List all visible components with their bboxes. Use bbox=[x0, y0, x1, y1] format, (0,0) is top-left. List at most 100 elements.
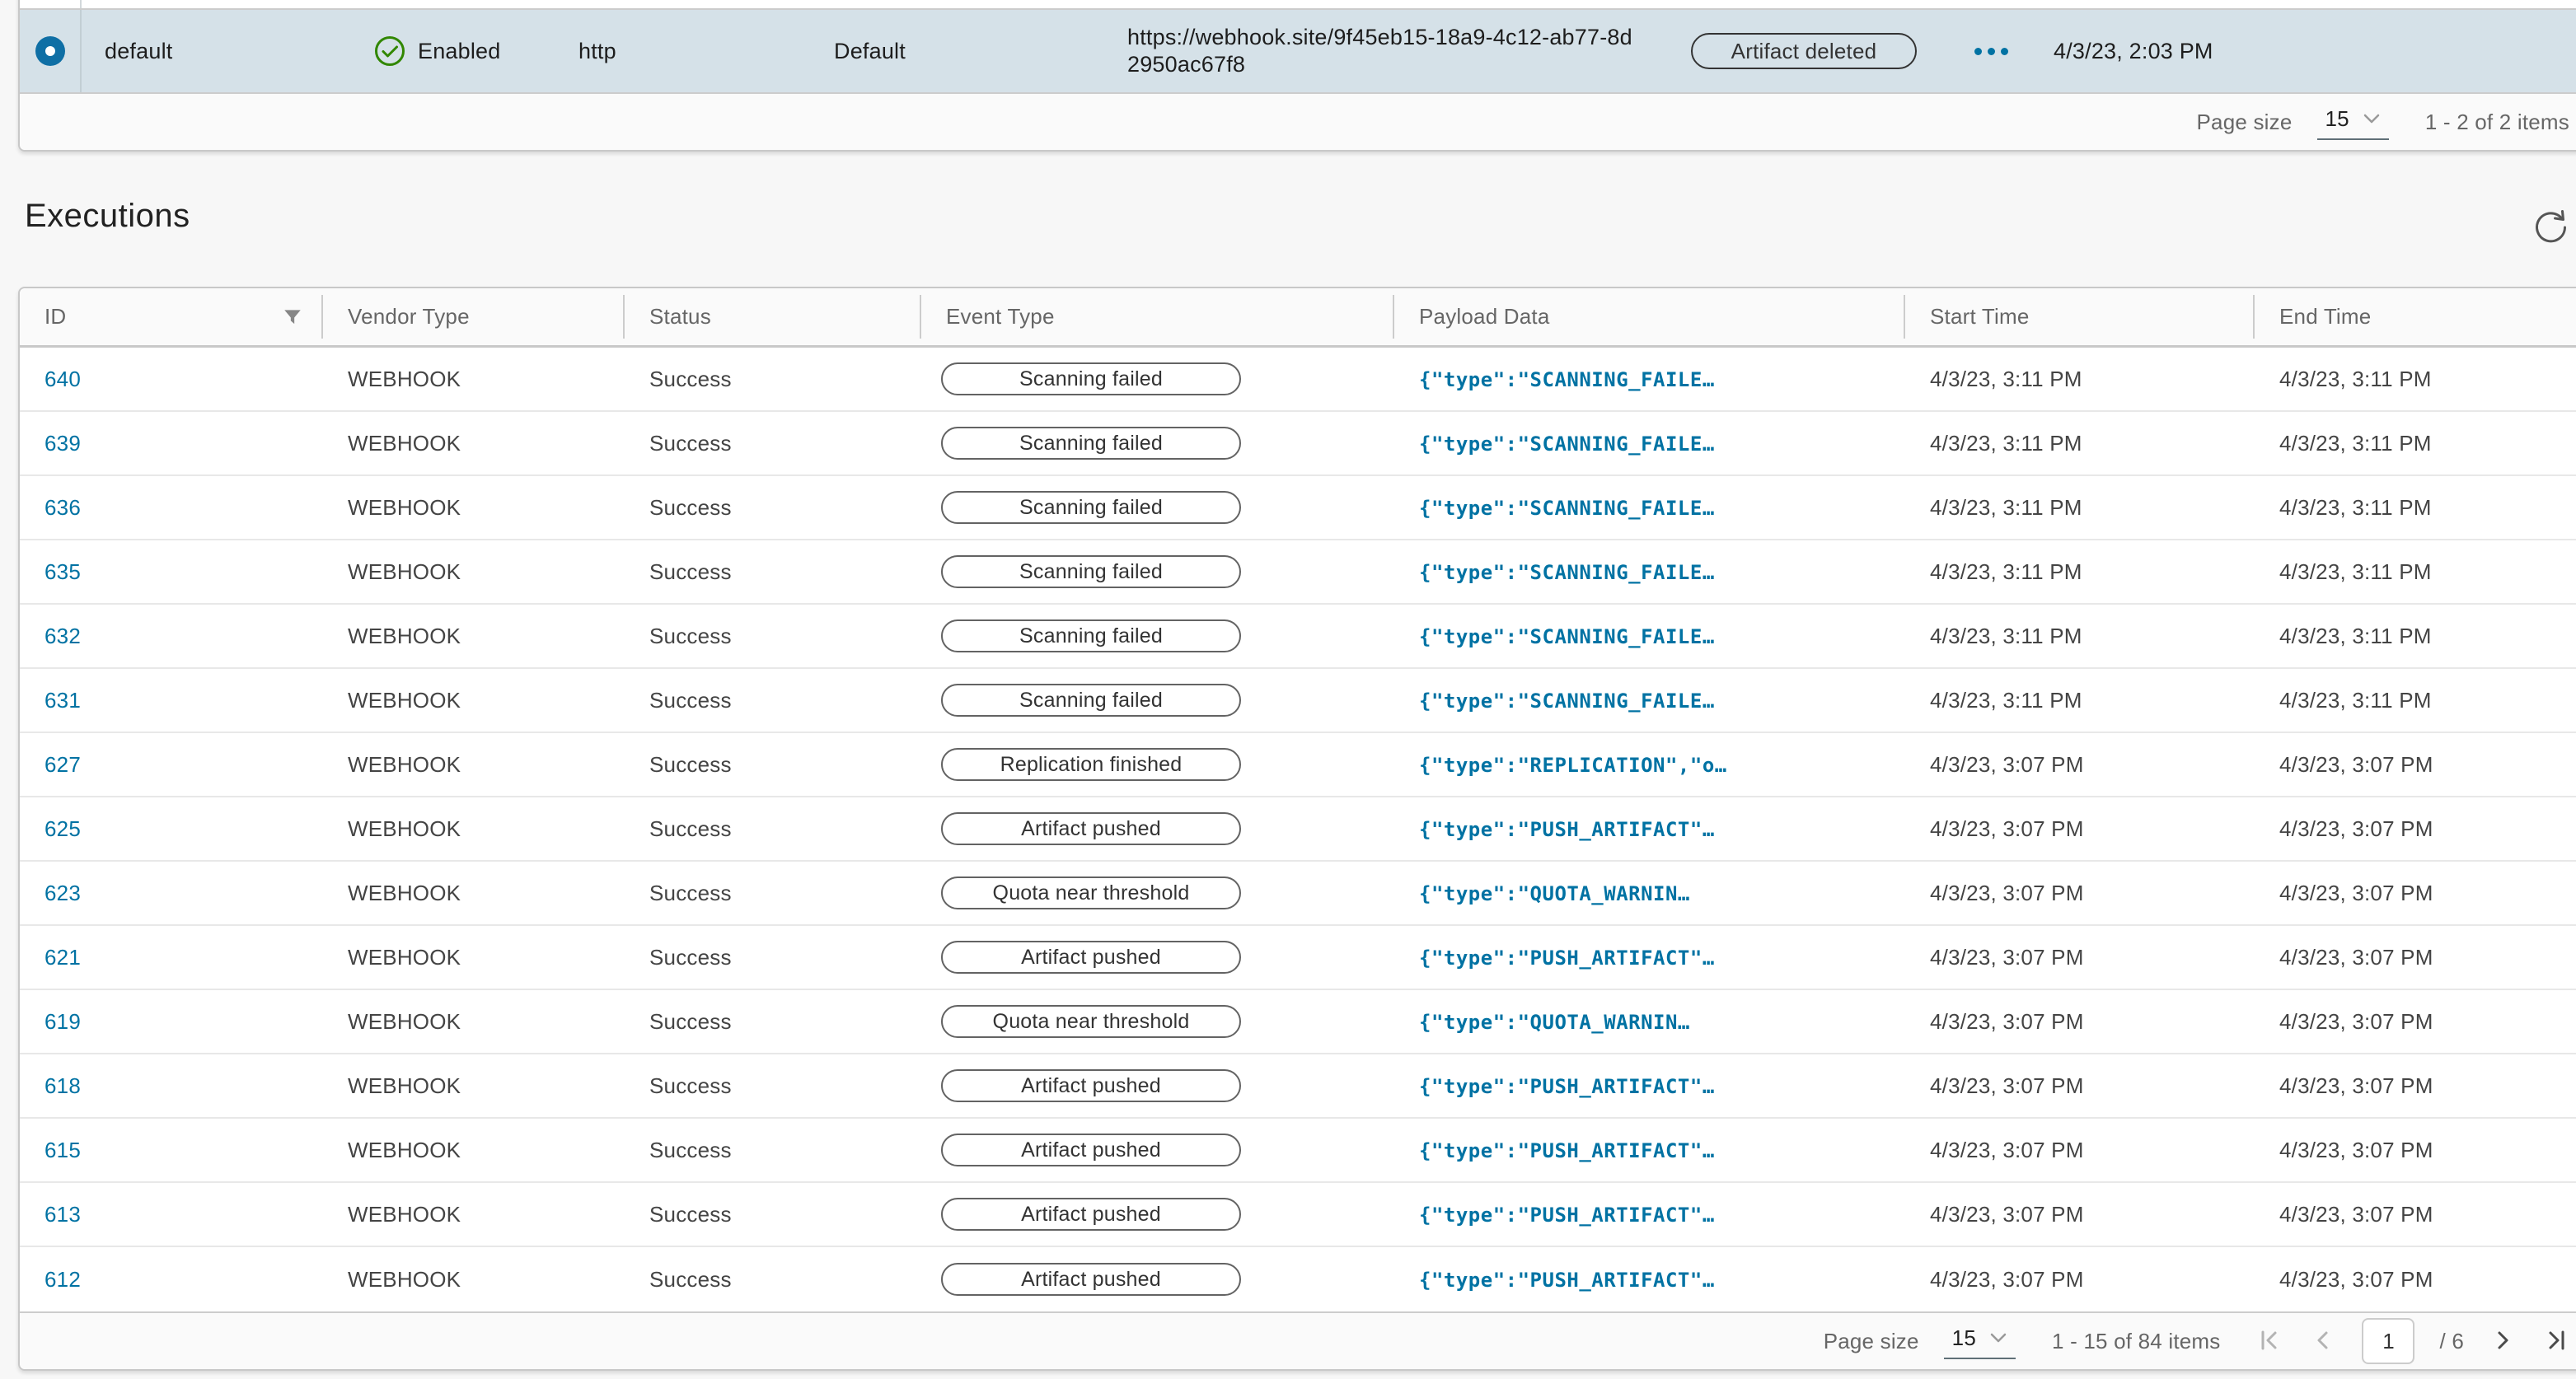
cell-start-time: 4/3/23, 3:07 PM bbox=[1905, 1073, 2255, 1099]
execution-id-link[interactable]: 640 bbox=[44, 367, 81, 391]
payload-data-link[interactable]: {"type":"PUSH_ARTIFACT"… bbox=[1419, 1204, 1715, 1227]
current-page-input[interactable] bbox=[2362, 1318, 2414, 1364]
execution-id-link[interactable]: 621 bbox=[44, 945, 81, 970]
table-row[interactable]: 627 WEBHOOK Success Replication finished… bbox=[20, 733, 2576, 797]
table-row[interactable]: 632 WEBHOOK Success Scanning failed {"ty… bbox=[20, 605, 2576, 669]
cell-payload-data: {"type":"PUSH_ARTIFACT"… bbox=[1394, 1073, 1905, 1099]
column-header-start-time[interactable]: Start Time bbox=[1905, 288, 2255, 345]
execution-id-link[interactable]: 625 bbox=[44, 816, 81, 841]
event-type-badge: Quota near threshold bbox=[941, 876, 1241, 909]
table-row[interactable]: 618 WEBHOOK Success Artifact pushed {"ty… bbox=[20, 1054, 2576, 1119]
payload-data-link[interactable]: {"type":"SCANNING_FAILE… bbox=[1419, 625, 1715, 648]
cell-event-type: Scanning failed bbox=[921, 619, 1394, 652]
column-header-payload-data[interactable]: Payload Data bbox=[1394, 288, 1905, 345]
payload-data-link[interactable]: {"type":"PUSH_ARTIFACT"… bbox=[1419, 947, 1715, 970]
executions-table-header: ID Vendor Type Status Event Type Payload… bbox=[20, 288, 2576, 348]
webhook-row-radio-cell[interactable] bbox=[20, 10, 82, 92]
table-row[interactable]: 625 WEBHOOK Success Artifact pushed {"ty… bbox=[20, 797, 2576, 862]
table-row[interactable]: 631 WEBHOOK Success Scanning failed {"ty… bbox=[20, 669, 2576, 733]
payload-data-link[interactable]: {"type":"PUSH_ARTIFACT"… bbox=[1419, 818, 1715, 841]
table-row[interactable]: 621 WEBHOOK Success Artifact pushed {"ty… bbox=[20, 926, 2576, 990]
cell-status: Success bbox=[625, 367, 921, 392]
execution-id-link[interactable]: 627 bbox=[44, 752, 81, 777]
event-type-badge: Scanning failed bbox=[941, 555, 1241, 588]
execution-id-link[interactable]: 639 bbox=[44, 431, 81, 456]
table-row[interactable]: 612 WEBHOOK Success Artifact pushed {"ty… bbox=[20, 1247, 2576, 1311]
table-row[interactable]: 619 WEBHOOK Success Quota near threshold… bbox=[20, 990, 2576, 1054]
payload-data-link[interactable]: {"type":"SCANNING_FAILE… bbox=[1419, 432, 1715, 456]
cell-payload-data: {"type":"SCANNING_FAILE… bbox=[1394, 367, 1905, 392]
cell-id: 631 bbox=[20, 688, 323, 713]
cell-event-type: Scanning failed bbox=[921, 362, 1394, 395]
execution-id-link[interactable]: 636 bbox=[44, 495, 81, 520]
execution-id-link[interactable]: 619 bbox=[44, 1009, 81, 1034]
table-row[interactable]: 623 WEBHOOK Success Quota near threshold… bbox=[20, 862, 2576, 926]
cell-status: Success bbox=[625, 688, 921, 713]
table-row[interactable]: 639 WEBHOOK Success Scanning failed {"ty… bbox=[20, 412, 2576, 476]
payload-data-link[interactable]: {"type":"QUOTA_WARNIN… bbox=[1419, 882, 1690, 905]
refresh-button[interactable] bbox=[2530, 208, 2569, 247]
cell-vendor-type: WEBHOOK bbox=[323, 688, 625, 713]
page-size-select[interactable]: 15 bbox=[1944, 1324, 2016, 1359]
column-header-vendor-type[interactable]: Vendor Type bbox=[323, 288, 625, 345]
cell-start-time: 4/3/23, 3:11 PM bbox=[1905, 688, 2255, 713]
execution-id-link[interactable]: 612 bbox=[44, 1267, 81, 1292]
radio-selected-icon[interactable] bbox=[35, 36, 65, 66]
execution-id-link[interactable]: 623 bbox=[44, 881, 81, 905]
payload-data-link[interactable]: {"type":"REPLICATION","o… bbox=[1419, 754, 1727, 777]
execution-id-link[interactable]: 618 bbox=[44, 1073, 81, 1098]
payload-data-link[interactable]: {"type":"PUSH_ARTIFACT"… bbox=[1419, 1269, 1715, 1292]
payload-data-link[interactable]: {"type":"SCANNING_FAILE… bbox=[1419, 561, 1715, 584]
first-page-icon[interactable] bbox=[2256, 1327, 2284, 1355]
column-header-event-type[interactable]: Event Type bbox=[921, 288, 1394, 345]
payload-data-link[interactable]: {"type":"QUOTA_WARNIN… bbox=[1419, 1011, 1690, 1034]
prev-page-icon[interactable] bbox=[2309, 1327, 2337, 1355]
event-type-badge: Artifact deleted bbox=[1691, 33, 1917, 69]
execution-id-link[interactable]: 615 bbox=[44, 1138, 81, 1162]
webhook-notify-type: http bbox=[568, 39, 823, 64]
cell-event-type: Artifact pushed bbox=[921, 941, 1394, 974]
execution-id-link[interactable]: 635 bbox=[44, 559, 81, 584]
filter-funnel-icon[interactable] bbox=[282, 306, 303, 328]
event-type-badge: Scanning failed bbox=[941, 619, 1241, 652]
cell-vendor-type: WEBHOOK bbox=[323, 1073, 625, 1099]
cell-start-time: 4/3/23, 3:07 PM bbox=[1905, 816, 2255, 842]
column-header-status[interactable]: Status bbox=[625, 288, 921, 345]
cell-event-type: Artifact pushed bbox=[921, 1263, 1394, 1296]
column-header-end-time[interactable]: End Time bbox=[2255, 288, 2576, 345]
event-type-badge: Scanning failed bbox=[941, 362, 1241, 395]
next-page-icon[interactable] bbox=[2489, 1327, 2517, 1355]
ellipsis-horizontal-icon[interactable] bbox=[1974, 48, 2008, 55]
table-row[interactable]: 635 WEBHOOK Success Scanning failed {"ty… bbox=[20, 540, 2576, 605]
payload-data-link[interactable]: {"type":"PUSH_ARTIFACT"… bbox=[1419, 1139, 1715, 1162]
last-page-icon[interactable] bbox=[2541, 1327, 2569, 1355]
webhook-row-selected[interactable]: default Enabled http Default https://web… bbox=[20, 10, 2576, 92]
cell-status: Success bbox=[625, 559, 921, 585]
table-row[interactable]: 613 WEBHOOK Success Artifact pushed {"ty… bbox=[20, 1183, 2576, 1247]
cell-end-time: 4/3/23, 3:07 PM bbox=[2255, 1267, 2576, 1293]
cell-payload-data: {"type":"QUOTA_WARNIN… bbox=[1394, 881, 1905, 906]
cell-event-type: Artifact pushed bbox=[921, 1134, 1394, 1166]
cell-end-time: 4/3/23, 3:07 PM bbox=[2255, 816, 2576, 842]
table-row[interactable]: 615 WEBHOOK Success Artifact pushed {"ty… bbox=[20, 1119, 2576, 1183]
table-row[interactable]: 636 WEBHOOK Success Scanning failed {"ty… bbox=[20, 476, 2576, 540]
cell-end-time: 4/3/23, 3:11 PM bbox=[2255, 559, 2576, 585]
table-row[interactable]: 640 WEBHOOK Success Scanning failed {"ty… bbox=[20, 348, 2576, 412]
cell-payload-data: {"type":"PUSH_ARTIFACT"… bbox=[1394, 1202, 1905, 1227]
execution-id-link[interactable]: 613 bbox=[44, 1202, 81, 1227]
payload-data-link[interactable]: {"type":"SCANNING_FAILE… bbox=[1419, 368, 1715, 391]
page-size-select[interactable]: 15 bbox=[2317, 105, 2389, 140]
column-header-id[interactable]: ID bbox=[20, 288, 323, 345]
payload-data-link[interactable]: {"type":"PUSH_ARTIFACT"… bbox=[1419, 1075, 1715, 1098]
cell-id: 615 bbox=[20, 1138, 323, 1163]
payload-data-link[interactable]: {"type":"SCANNING_FAILE… bbox=[1419, 690, 1715, 713]
webhooks-datagrid: default Enabled http Default https://web… bbox=[18, 0, 2576, 152]
cell-status: Success bbox=[625, 945, 921, 970]
cell-status: Success bbox=[625, 1202, 921, 1227]
payload-data-link[interactable]: {"type":"SCANNING_FAILE… bbox=[1419, 497, 1715, 520]
cell-status: Success bbox=[625, 431, 921, 456]
execution-id-link[interactable]: 631 bbox=[44, 688, 81, 713]
event-type-badge: Artifact pushed bbox=[941, 1069, 1241, 1102]
cell-status: Success bbox=[625, 1267, 921, 1293]
execution-id-link[interactable]: 632 bbox=[44, 624, 81, 648]
